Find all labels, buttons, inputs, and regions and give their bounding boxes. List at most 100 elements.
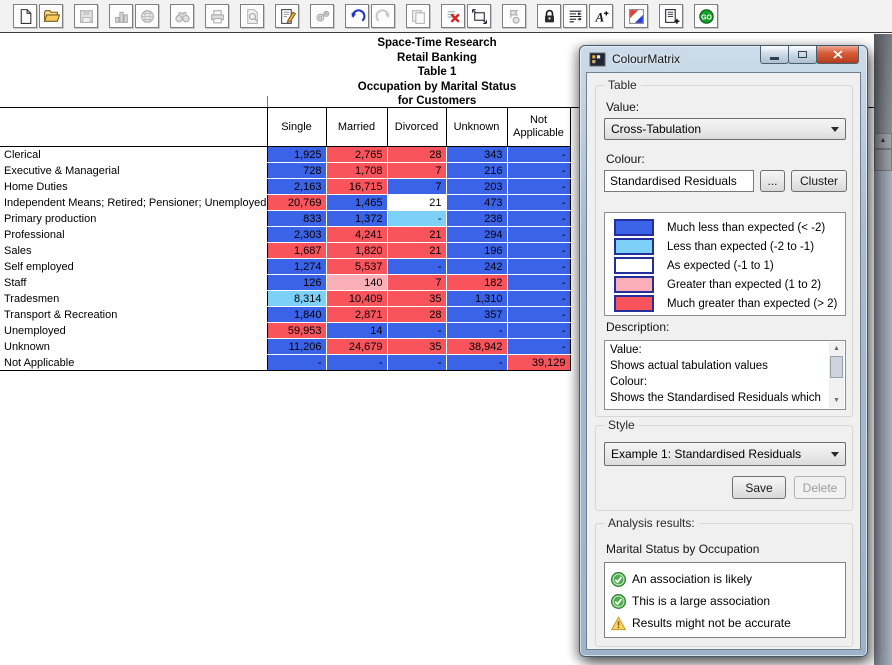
new-window-button[interactable] [659, 4, 683, 28]
go-button[interactable]: GO [694, 4, 718, 28]
value-cell[interactable]: - [507, 323, 570, 339]
value-cell[interactable]: 21 [387, 243, 446, 259]
column-header[interactable]: Single [267, 108, 326, 147]
value-cell[interactable]: 59,953 [267, 323, 326, 339]
value-cell[interactable]: 5,537 [326, 259, 387, 275]
minimize-button[interactable] [760, 46, 789, 64]
row-header[interactable]: Staff [0, 275, 267, 291]
value-cell[interactable]: - [387, 211, 446, 227]
value-cell[interactable]: 10,409 [326, 291, 387, 307]
value-cell[interactable]: 1,310 [446, 291, 507, 307]
desc-scroll-thumb[interactable] [830, 356, 843, 378]
value-cell[interactable]: - [507, 211, 570, 227]
maximize-button[interactable] [788, 46, 817, 64]
value-cell[interactable]: 126 [267, 275, 326, 291]
value-cell[interactable]: - [446, 355, 507, 371]
colour-input[interactable]: Standardised Residuals [604, 170, 754, 192]
value-cell[interactable]: 216 [446, 163, 507, 179]
value-cell[interactable]: 7 [387, 163, 446, 179]
value-cell[interactable]: 11,206 [267, 339, 326, 355]
value-cell[interactable]: 1,274 [267, 259, 326, 275]
value-cell[interactable]: 1,687 [267, 243, 326, 259]
value-cell[interactable]: 1,925 [267, 147, 326, 163]
value-cell[interactable]: - [507, 163, 570, 179]
column-header[interactable]: Unknown [446, 108, 507, 147]
value-cell[interactable]: 28 [387, 147, 446, 163]
row-header[interactable]: Self employed [0, 259, 267, 275]
value-cell[interactable]: 203 [446, 179, 507, 195]
column-header[interactable]: Not Applicable [507, 108, 570, 147]
value-cell[interactable]: 2,765 [326, 147, 387, 163]
scrollbar-track[interactable] [874, 171, 892, 665]
lock-button[interactable] [537, 4, 561, 28]
font-increase-button[interactable]: A [589, 4, 613, 28]
value-cell[interactable]: - [507, 179, 570, 195]
scrollbar-thumb[interactable] [874, 149, 892, 171]
value-cell[interactable]: 357 [446, 307, 507, 323]
desc-scroll-down[interactable]: ▼ [829, 394, 844, 408]
value-cell[interactable]: 1,372 [326, 211, 387, 227]
row-header[interactable]: Clerical [0, 147, 267, 163]
row-header[interactable]: Independent Means; Retired; Pensioner; U… [0, 195, 267, 211]
value-cell[interactable]: 343 [446, 147, 507, 163]
value-cell[interactable]: 14 [326, 323, 387, 339]
value-cell[interactable]: - [507, 147, 570, 163]
value-cell[interactable]: - [507, 243, 570, 259]
resize-table-button[interactable] [467, 4, 491, 28]
style-combobox[interactable]: Example 1: Standardised Residuals [604, 442, 846, 466]
row-header[interactable]: Home Duties [0, 179, 267, 195]
value-cell[interactable]: 8,314 [267, 291, 326, 307]
value-cell[interactable]: 728 [267, 163, 326, 179]
value-cell[interactable]: - [387, 323, 446, 339]
scroll-up-button[interactable]: ▲ [874, 133, 892, 149]
remove-item-button[interactable] [441, 4, 465, 28]
open-button[interactable] [39, 4, 63, 28]
value-cell[interactable]: 196 [446, 243, 507, 259]
value-cell[interactable]: 7 [387, 179, 446, 195]
value-cell[interactable]: 20,769 [267, 195, 326, 211]
value-cell[interactable]: 294 [446, 227, 507, 243]
value-cell[interactable]: - [387, 259, 446, 275]
value-cell[interactable]: 473 [446, 195, 507, 211]
value-cell[interactable]: 21 [387, 227, 446, 243]
value-cell[interactable]: - [507, 291, 570, 307]
dialog-titlebar[interactable]: ColourMatrix [580, 46, 867, 72]
value-cell[interactable]: 242 [446, 259, 507, 275]
value-cell[interactable]: 2,163 [267, 179, 326, 195]
value-cell[interactable]: - [507, 227, 570, 243]
row-header[interactable]: Primary production [0, 211, 267, 227]
value-cell[interactable]: 2,303 [267, 227, 326, 243]
close-button[interactable] [816, 46, 859, 64]
row-header[interactable]: Unknown [0, 339, 267, 355]
colour-matrix-button[interactable] [624, 4, 648, 28]
value-cell[interactable]: - [446, 323, 507, 339]
value-cell[interactable]: - [507, 195, 570, 211]
value-cell[interactable]: - [387, 355, 446, 371]
column-header[interactable]: Married [326, 108, 387, 147]
value-cell[interactable]: 38,942 [446, 339, 507, 355]
new-table-button[interactable] [13, 4, 37, 28]
value-cell[interactable]: 2,871 [326, 307, 387, 323]
row-header[interactable]: Professional [0, 227, 267, 243]
browse-button[interactable]: ... [760, 170, 785, 192]
value-cell[interactable]: 1,820 [326, 243, 387, 259]
value-cell[interactable]: 140 [326, 275, 387, 291]
save-button[interactable]: Save [732, 476, 786, 499]
column-header[interactable]: Divorced [387, 108, 446, 147]
value-cell[interactable]: - [507, 339, 570, 355]
row-header[interactable]: Unemployed [0, 323, 267, 339]
desc-scroll-track[interactable] [829, 378, 844, 394]
row-header[interactable]: Tradesmen [0, 291, 267, 307]
value-cell[interactable]: - [507, 275, 570, 291]
value-cell[interactable]: 4,241 [326, 227, 387, 243]
value-cell[interactable]: 35 [387, 339, 446, 355]
row-header[interactable]: Transport & Recreation [0, 307, 267, 323]
value-cell[interactable]: 1,465 [326, 195, 387, 211]
value-cell[interactable]: 16,715 [326, 179, 387, 195]
value-cell[interactable]: 238 [446, 211, 507, 227]
value-cell[interactable]: - [267, 355, 326, 371]
value-cell[interactable]: 833 [267, 211, 326, 227]
value-cell[interactable]: 28 [387, 307, 446, 323]
value-cell[interactable]: 39,129 [507, 355, 570, 371]
value-cell[interactable]: 21 [387, 195, 446, 211]
